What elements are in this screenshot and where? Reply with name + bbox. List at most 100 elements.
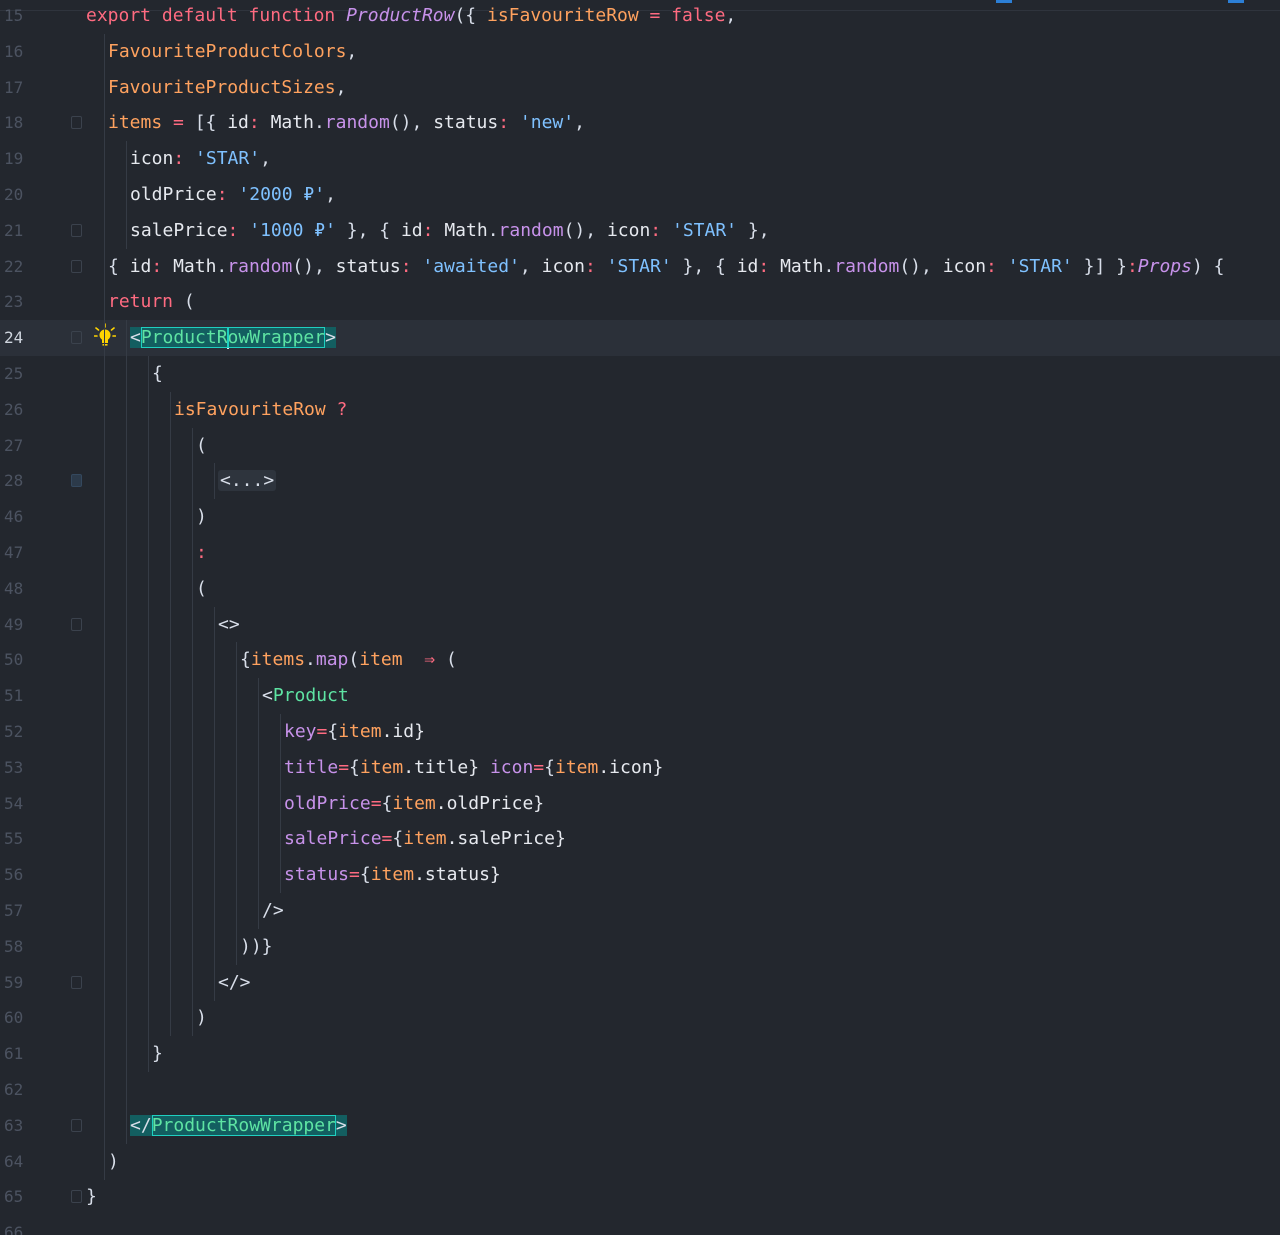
code-line[interactable]: 46): [0, 499, 1280, 536]
code-line[interactable]: 52 key={item.id}: [0, 714, 1280, 750]
code-token: Math: [780, 255, 824, 277]
indent-guide: [126, 714, 127, 750]
code-text[interactable]: {items.map(item ⇒ (: [240, 642, 457, 678]
code-line[interactable]: 17 FavouriteProductSizes,: [0, 69, 1280, 106]
code-line[interactable]: 59 </>: [0, 964, 1280, 1001]
code-token: .: [487, 219, 499, 241]
code-text[interactable]: title={item.title} icon={item.icon}: [284, 750, 663, 786]
code-text[interactable]: oldPrice={item.oldPrice}: [284, 786, 544, 822]
code-line[interactable]: 62: [0, 1072, 1280, 1108]
code-line[interactable]: 21 salePrice: '1000 ₽' }, { id: Math.rand…: [0, 212, 1280, 249]
code-token: key: [284, 721, 317, 742]
code-token: =: [349, 864, 360, 886]
code-text[interactable]: FavouriteProductSizes,: [108, 70, 346, 106]
code-line[interactable]: 64): [0, 1143, 1280, 1180]
code-text[interactable]: :: [196, 535, 207, 571]
code-text[interactable]: salePrice: '1000 ₽' }, { id: Math.random…: [130, 213, 770, 249]
code-line[interactable]: 15 export default function ProductRow({ i…: [0, 0, 1280, 34]
fold-marker-icon[interactable]: [71, 474, 82, 488]
code-text[interactable]: { id: Math.random(), status: 'awaited', …: [108, 249, 1225, 285]
fold-marker-icon[interactable]: [71, 259, 82, 273]
code-token: (: [196, 577, 207, 599]
code-line[interactable]: 47:: [0, 535, 1280, 571]
indent-guide: [126, 141, 127, 178]
indent-guide: [170, 463, 171, 500]
code-line[interactable]: 26 isFavouriteRow ?: [0, 391, 1280, 428]
code-text[interactable]: (: [196, 428, 207, 464]
code-text[interactable]: items = [{ id: Math.random(), status: 'n…: [108, 105, 585, 141]
indent-guide: [170, 714, 171, 750]
code-line[interactable]: 16 FavouriteProductColors,: [0, 33, 1280, 70]
code-line[interactable]: 22{ id: Math.random(), status: 'awaited'…: [0, 248, 1280, 285]
code-line[interactable]: 20 oldPrice: '2000 ₽',: [0, 177, 1280, 213]
indent-guide: [170, 964, 171, 1001]
code-text[interactable]: ): [196, 499, 207, 535]
code-line[interactable]: 57 />: [0, 893, 1280, 929]
code-line[interactable]: 28 <...>: [0, 463, 1280, 500]
code-text[interactable]: ): [108, 1144, 119, 1180]
code-text[interactable]: salePrice={item.salePrice}: [284, 821, 566, 857]
indent-guide: [170, 857, 171, 894]
fold-marker-icon[interactable]: [71, 617, 82, 631]
code-text[interactable]: ): [196, 1000, 207, 1036]
code-line[interactable]: 56 status={item.status}: [0, 857, 1280, 894]
code-line[interactable]: 24 <ProductRowWrapper>: [0, 320, 1280, 357]
fold-marker-icon[interactable]: [71, 223, 82, 237]
code-text[interactable]: </ProductRowWrapper>: [130, 1108, 347, 1144]
code-text[interactable]: icon: 'STAR',: [130, 141, 271, 177]
code-line[interactable]: 66: [0, 1215, 1280, 1235]
code-line[interactable]: 55 salePrice={item.salePrice}: [0, 821, 1280, 858]
code-text[interactable]: </>: [218, 965, 251, 1001]
code-line[interactable]: 54 oldPrice={item.oldPrice}: [0, 785, 1280, 822]
code-line[interactable]: 49 <>: [0, 606, 1280, 643]
code-text[interactable]: }: [86, 1179, 97, 1215]
code-text[interactable]: ))}: [240, 929, 273, 965]
code-line[interactable]: 65}: [0, 1179, 1280, 1215]
code-text[interactable]: isFavouriteRow ?: [174, 392, 347, 428]
code-text[interactable]: <ProductRowWrapper>: [130, 320, 336, 356]
code-line[interactable]: 25 {: [0, 356, 1280, 392]
code-token: {: [349, 756, 360, 778]
fold-marker-icon[interactable]: [71, 116, 82, 130]
code-line[interactable]: 27 (: [0, 427, 1280, 464]
code-line[interactable]: 63 </ProductRowWrapper>: [0, 1107, 1280, 1144]
code-line[interactable]: 23 return (: [0, 284, 1280, 321]
code-line[interactable]: 19 icon: 'STAR',: [0, 141, 1280, 178]
code-line[interactable]: 18 items = [{ id: Math.random(), status: …: [0, 105, 1280, 142]
fold-marker-icon[interactable]: [71, 1190, 82, 1204]
code-text[interactable]: />: [262, 893, 284, 929]
fold-marker-icon[interactable]: [71, 1118, 82, 1132]
code-text[interactable]: <Product: [262, 678, 349, 714]
code-text[interactable]: FavouriteProductColors,: [108, 34, 357, 70]
code-text[interactable]: (: [196, 571, 207, 607]
code-line[interactable]: 58))}: [0, 928, 1280, 965]
code-line[interactable]: 51 <Product: [0, 678, 1280, 715]
code-text[interactable]: key={item.id}: [284, 714, 425, 750]
code-text[interactable]: <...>: [218, 463, 277, 499]
indent-guide: [148, 606, 149, 643]
code-token: <: [130, 327, 141, 349]
code-text[interactable]: }: [152, 1036, 163, 1072]
code-line[interactable]: 61}: [0, 1036, 1280, 1073]
fold-marker-icon[interactable]: [71, 975, 82, 989]
code-token: ,: [325, 184, 336, 205]
code-text[interactable]: <>: [218, 607, 240, 643]
code-text[interactable]: oldPrice: '2000 ₽',: [130, 177, 336, 213]
code-token: :: [400, 255, 423, 277]
line-number: 64: [4, 1151, 24, 1171]
indent-guide: [214, 857, 215, 894]
fold-marker-icon[interactable]: [71, 331, 82, 345]
indent-guide: [192, 570, 193, 607]
code-text[interactable]: {: [152, 356, 163, 392]
indent-guide: [214, 893, 215, 929]
code-line[interactable]: 48 (: [0, 570, 1280, 607]
code-line[interactable]: 53 title={item.title} icon={item.icon}: [0, 749, 1280, 786]
code-line[interactable]: 60): [0, 1000, 1280, 1037]
code-text[interactable]: status={item.status}: [284, 857, 501, 893]
lightbulb-icon[interactable]: [93, 323, 117, 353]
code-line[interactable]: 50 {items.map(item ⇒ (: [0, 642, 1280, 679]
code-text[interactable]: return (: [108, 284, 195, 320]
code-text[interactable]: export default function ProductRow({ isF…: [86, 0, 736, 34]
indent-guide: [104, 499, 105, 536]
code-editor[interactable]: 15 export default function ProductRow({ i…: [0, 0, 1280, 1235]
